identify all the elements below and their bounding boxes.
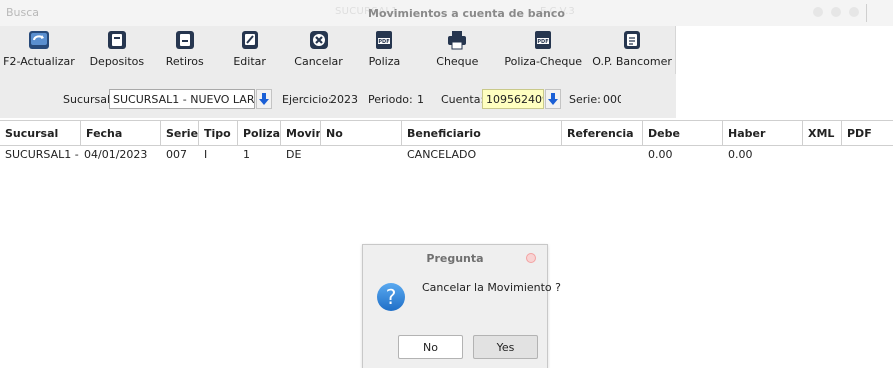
cancel-button-label: Cancelar (294, 55, 343, 68)
col-poliza[interactable]: Poliza (238, 121, 281, 145)
deposit-icon (107, 31, 126, 49)
withdraw-icon (175, 31, 194, 49)
col-serie[interactable]: Serie (161, 121, 199, 145)
pdf-icon: PDF (535, 31, 552, 49)
cancel-icon (309, 31, 328, 49)
edit-button-label: Editar (233, 55, 266, 68)
cuenta-label: Cuenta: (441, 93, 485, 106)
refresh-button-label: F2-Actualizar (3, 55, 75, 68)
serie-value[interactable]: 000 (603, 93, 621, 106)
col-pdf[interactable]: PDF (842, 121, 893, 145)
filter-bar: Sucursal: SUCURSAL1 - NUEVO LAREDO Ejerc… (0, 74, 676, 118)
edit-button[interactable]: Editar (214, 26, 286, 74)
table-row[interactable]: SUCURSAL1 - NUEVO LAREDO 04/01/2023 007 … (0, 146, 893, 162)
printer-icon (448, 31, 467, 50)
title-divider (866, 4, 867, 22)
col-referencia[interactable]: Referencia (562, 121, 643, 145)
col-xml[interactable]: XML (803, 121, 842, 145)
cell-no (321, 146, 402, 162)
cell-referencia (562, 146, 643, 162)
refresh-button[interactable]: F2-Actualizar (0, 26, 78, 74)
no-button[interactable]: No (398, 335, 463, 359)
col-beneficiario[interactable]: Beneficiario (402, 121, 562, 145)
op-bancomer-button-label: O.P. Bancomer (592, 55, 672, 68)
edit-icon (241, 31, 258, 49)
col-no[interactable]: No (321, 121, 402, 145)
cell-xml (803, 146, 842, 162)
window-title: Movimientos a cuenta de banco (368, 7, 565, 20)
cell-beneficiario: CANCELADO (407, 148, 477, 161)
cancel-button[interactable]: Cancelar (286, 26, 352, 74)
withdrawals-button[interactable]: Retiros (156, 26, 214, 74)
yes-button[interactable]: Yes (473, 335, 538, 359)
cell-haber: 0.00 (728, 148, 753, 161)
sucursal-field[interactable]: SUCURSAL1 - NUEVO LAREDO (109, 89, 255, 109)
title-bar: Busca SUCURSAL1 E C.V.3 Movimientos a cu… (0, 0, 893, 26)
svg-text:?: ? (386, 285, 397, 309)
cheque-button-label: Cheque (436, 55, 479, 68)
window-controls (813, 7, 859, 17)
sucursal-label: Sucursal: (63, 93, 114, 106)
periodo-label: Periodo: (368, 93, 413, 106)
cell-debe: 0.00 (648, 148, 673, 161)
cell-fecha: 04/01/2023 (84, 148, 148, 161)
col-sucursal[interactable]: Sucursal (0, 121, 81, 145)
document-icon (624, 31, 641, 49)
periodo-value[interactable]: 1 (417, 93, 424, 106)
col-fecha[interactable]: Fecha (81, 121, 161, 145)
deposits-button[interactable]: Depositos (78, 26, 156, 74)
col-tipo[interactable]: Tipo (199, 121, 238, 145)
cell-pdf (842, 146, 893, 162)
cell-sucursal: SUCURSAL1 - NUEVO LAREDO (5, 148, 81, 161)
col-haber[interactable]: Haber (723, 121, 803, 145)
sucursal-dropdown[interactable] (256, 89, 272, 109)
svg-text:PDF: PDF (538, 39, 549, 45)
minimize-icon[interactable] (813, 7, 823, 17)
toolbar: F2-Actualizar Depositos Retiros Editar C… (0, 26, 676, 74)
poliza-cheque-button[interactable]: PDF Poliza-Cheque (497, 26, 589, 74)
cuenta-dropdown[interactable] (545, 89, 561, 109)
movements-table: Sucursal Fecha Serie Tipo Poliza Movim N… (0, 120, 893, 162)
col-debe[interactable]: Debe (643, 121, 723, 145)
cheque-button[interactable]: Cheque (417, 26, 497, 74)
poliza-button[interactable]: PDF Poliza (352, 26, 418, 74)
close-window-icon[interactable] (849, 7, 859, 17)
refresh-icon (28, 31, 49, 49)
cell-movim: DE (286, 148, 302, 161)
maximize-icon[interactable] (831, 7, 841, 17)
cell-poliza: 1 (243, 148, 250, 161)
table-header: Sucursal Fecha Serie Tipo Poliza Movim N… (0, 120, 893, 146)
arrow-down-icon (259, 93, 269, 105)
cell-tipo: I (204, 148, 208, 161)
col-movim[interactable]: Movim (281, 121, 321, 145)
confirm-dialog: Pregunta ? Cancelar la Movimiento ? No Y… (362, 244, 561, 368)
svg-text:PDF: PDF (379, 39, 390, 45)
dialog-title: Pregunta (426, 252, 484, 265)
deposits-button-label: Depositos (89, 55, 145, 68)
op-bancomer-button[interactable]: O.P. Bancomer (589, 26, 675, 74)
ejercicio-value[interactable]: 2023 (330, 93, 358, 106)
cell-serie: 007 (166, 148, 187, 161)
ejercicio-label: Ejercicio: (282, 93, 332, 106)
cuenta-field[interactable]: 1095624092 (482, 89, 544, 109)
withdrawals-button-label: Retiros (165, 55, 204, 68)
pdf-icon: PDF (376, 31, 393, 49)
close-icon[interactable] (526, 253, 536, 263)
dialog-message: Cancelar la Movimiento ? (422, 281, 561, 294)
poliza-cheque-button-label: Poliza-Cheque (504, 55, 583, 68)
question-icon: ? (377, 283, 405, 311)
arrow-down-icon (548, 93, 558, 105)
poliza-button-label: Poliza (368, 55, 401, 68)
serie-label: Serie: (569, 93, 601, 106)
